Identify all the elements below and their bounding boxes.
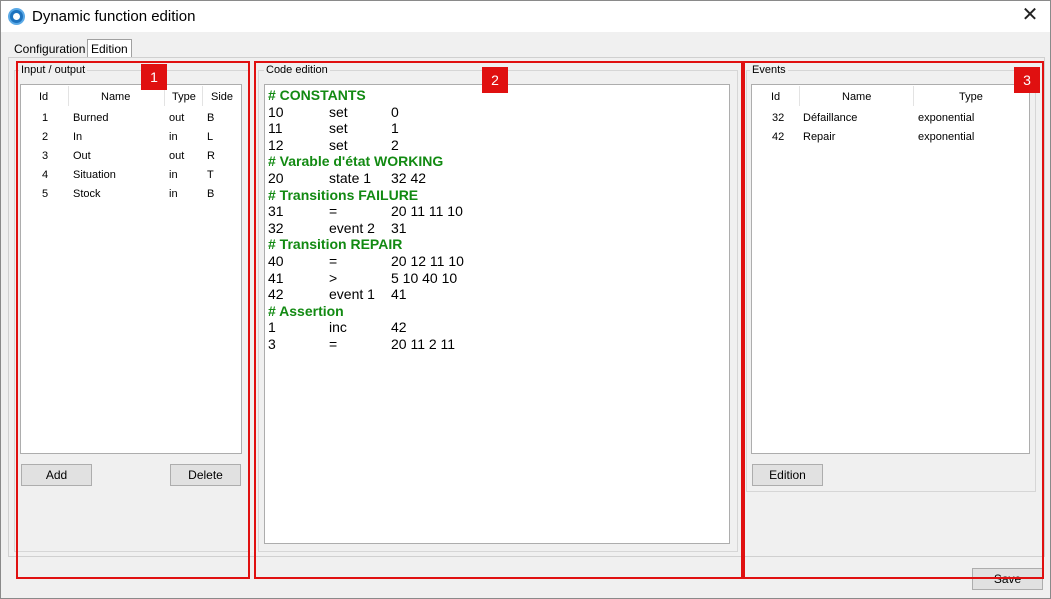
gear-app-icon bbox=[8, 8, 25, 25]
highlight-box-1 bbox=[16, 61, 250, 579]
annotation-badge-2: 2 bbox=[482, 67, 508, 93]
tab-configuration[interactable]: Configuration bbox=[11, 40, 88, 58]
tab-edition[interactable]: Edition bbox=[87, 39, 132, 57]
highlight-box-2 bbox=[254, 61, 743, 579]
window-title: Dynamic function edition bbox=[32, 8, 196, 25]
annotation-badge-1: 1 bbox=[141, 64, 167, 90]
highlight-box-3 bbox=[743, 61, 1044, 579]
close-icon[interactable]: ✕ bbox=[1018, 3, 1042, 27]
annotation-badge-3: 3 bbox=[1014, 67, 1040, 93]
